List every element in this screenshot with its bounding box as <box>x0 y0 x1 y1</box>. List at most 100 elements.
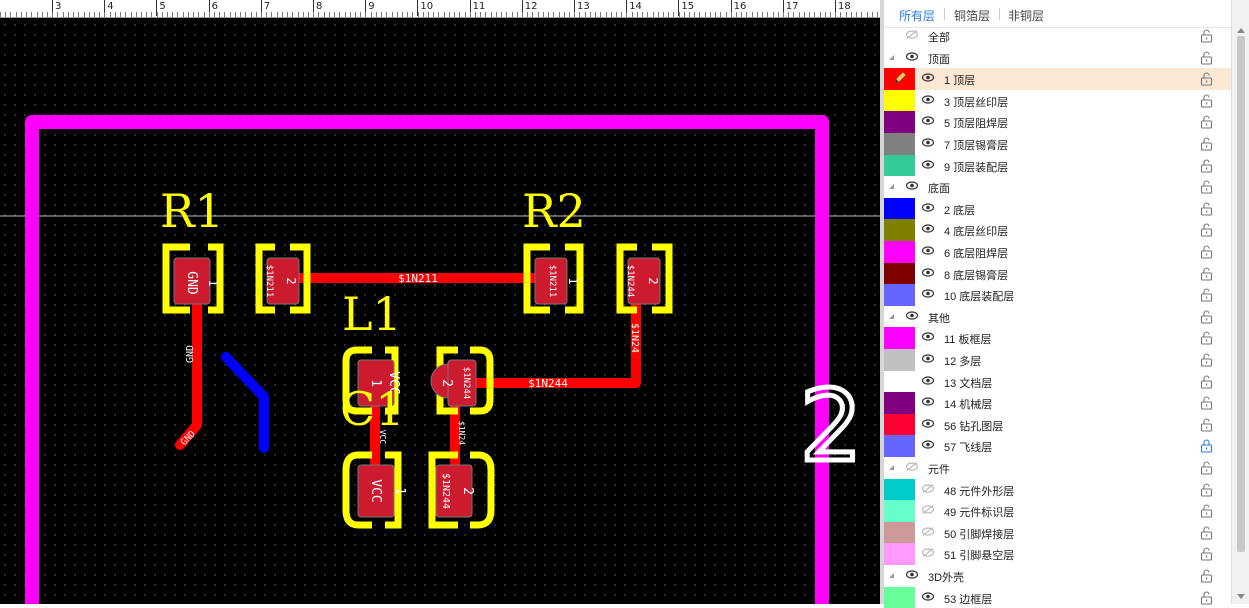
eye-icon[interactable] <box>905 311 919 320</box>
unlock-icon[interactable] <box>1200 223 1213 237</box>
layer-row[interactable]: 12 多层 <box>884 349 1231 371</box>
eye-icon[interactable] <box>921 397 935 406</box>
unlock-icon[interactable] <box>1200 180 1213 194</box>
layer-color-swatch[interactable] <box>884 478 915 501</box>
hidden-eye-icon[interactable] <box>921 548 935 558</box>
scroll-up-icon[interactable] <box>1237 28 1245 33</box>
tab-copper-layers[interactable]: 铜箔层 <box>954 7 990 24</box>
unlock-icon[interactable] <box>1200 547 1213 561</box>
layer-row[interactable]: 53 边框层 <box>884 586 1231 608</box>
eye-icon[interactable] <box>921 289 935 298</box>
unlock-icon[interactable] <box>1200 526 1213 540</box>
layer-row[interactable]: 14 机械层 <box>884 392 1231 414</box>
layer-group-row[interactable]: 底面 <box>884 176 1231 198</box>
unlock-icon[interactable] <box>1200 483 1213 497</box>
eye-icon[interactable] <box>921 138 935 147</box>
eye-icon[interactable] <box>921 354 935 363</box>
eye-icon[interactable] <box>921 95 935 104</box>
layer-color-swatch[interactable] <box>884 392 915 414</box>
unlock-icon[interactable] <box>1200 115 1213 129</box>
unlock-icon[interactable] <box>1200 137 1213 151</box>
layer-row[interactable]: 6 底层阻焊层 <box>884 241 1231 263</box>
layer-row[interactable]: 5 顶层阻焊层 <box>884 111 1231 133</box>
layer-color-swatch[interactable] <box>884 284 915 306</box>
expand-triangle-icon[interactable] <box>889 54 894 60</box>
unlock-icon[interactable] <box>1200 461 1213 475</box>
unlock-icon[interactable] <box>1200 569 1213 583</box>
unlock-icon[interactable] <box>1200 288 1213 302</box>
eye-icon[interactable] <box>921 73 935 82</box>
layer-color-swatch[interactable] <box>884 262 915 285</box>
expand-triangle-icon[interactable] <box>889 573 894 578</box>
unlock-icon[interactable] <box>1200 202 1213 216</box>
unlock-icon[interactable] <box>1200 51 1213 65</box>
layer-group-row[interactable]: 3D外壳 <box>884 565 1231 587</box>
hidden-eye-icon[interactable] <box>921 526 935 536</box>
eye-icon[interactable] <box>905 181 919 190</box>
eye-icon[interactable] <box>905 51 919 61</box>
layer-color-swatch[interactable] <box>884 219 915 241</box>
unlock-icon[interactable] <box>1200 245 1213 259</box>
layer-color-swatch[interactable] <box>884 370 915 393</box>
tab-non-copper-layers[interactable]: 非铜层 <box>1008 7 1044 24</box>
scroll-down-icon[interactable] <box>1237 594 1245 599</box>
layer-group-row[interactable]: 元件 <box>884 457 1231 479</box>
unlock-icon[interactable] <box>1200 331 1213 345</box>
scroll-thumb[interactable] <box>1237 36 1245 552</box>
eye-icon[interactable] <box>905 570 919 579</box>
layer-color-swatch[interactable] <box>884 543 915 565</box>
eye-icon[interactable] <box>921 332 935 341</box>
pcb-canvas[interactable]: $1N211 $1N244 $1N24 GND GND VCC $1N24 1 … <box>0 0 880 604</box>
eye-icon[interactable] <box>921 419 935 428</box>
lock-icon[interactable] <box>1200 439 1213 453</box>
layer-row[interactable]: 3 顶层丝印层 <box>884 89 1231 112</box>
layer-color-swatch[interactable] <box>884 111 915 133</box>
unlock-icon[interactable] <box>1200 29 1213 43</box>
layer-row[interactable]: 2 底层 <box>884 197 1231 220</box>
eye-icon[interactable] <box>921 246 935 255</box>
eye-icon[interactable] <box>921 440 935 449</box>
layer-color-swatch[interactable] <box>884 133 915 155</box>
layer-group-row[interactable]: 其他 <box>884 306 1231 328</box>
unlock-icon[interactable] <box>1200 418 1213 432</box>
unlock-icon[interactable] <box>1200 94 1213 108</box>
layer-color-swatch[interactable] <box>884 197 915 220</box>
hidden-eye-icon[interactable] <box>921 483 935 493</box>
layer-row[interactable]: 51 引脚悬空层 <box>884 543 1231 565</box>
hidden-eye-icon[interactable] <box>905 462 919 471</box>
unlock-icon[interactable] <box>1200 159 1213 173</box>
layer-color-swatch[interactable] <box>884 327 915 349</box>
layer-row[interactable]: 50 引脚焊接层 <box>884 521 1231 544</box>
layer-color-swatch[interactable] <box>884 349 915 371</box>
eye-icon[interactable] <box>921 591 935 601</box>
layer-color-swatch[interactable] <box>884 413 915 436</box>
expand-triangle-icon[interactable] <box>889 184 894 190</box>
unlock-icon[interactable] <box>1200 72 1213 86</box>
layer-row[interactable]: 49 元件标识层 <box>884 500 1231 522</box>
tab-all-layers[interactable]: 所有层 <box>899 7 935 24</box>
layer-row[interactable]: 10 底层装配层 <box>884 284 1231 306</box>
layer-row[interactable]: 56 钻孔图层 <box>884 413 1231 436</box>
unlock-icon[interactable] <box>1200 504 1213 518</box>
hidden-eye-icon[interactable] <box>905 30 919 39</box>
eye-icon[interactable] <box>921 267 935 277</box>
eye-icon[interactable] <box>921 116 935 125</box>
layer-row[interactable]: 11 板框层 <box>884 327 1231 349</box>
unlock-icon[interactable] <box>1200 310 1213 324</box>
unlock-icon[interactable] <box>1200 353 1213 367</box>
expand-triangle-icon[interactable] <box>889 465 894 470</box>
hidden-eye-icon[interactable] <box>921 505 935 515</box>
layer-row[interactable]: 57 飞线层 <box>884 435 1231 457</box>
layer-color-swatch[interactable] <box>884 89 915 112</box>
eye-icon[interactable] <box>921 159 935 169</box>
layer-row[interactable]: 48 元件外形层 <box>884 478 1231 501</box>
layer-color-swatch[interactable] <box>884 500 915 522</box>
unlock-icon[interactable] <box>1200 375 1213 389</box>
expand-triangle-icon[interactable] <box>889 313 894 319</box>
layer-row[interactable]: 9 顶层装配层 <box>884 154 1231 177</box>
layer-row[interactable]: 1 顶层 <box>884 68 1231 90</box>
layer-color-swatch[interactable] <box>884 241 915 263</box>
layer-row[interactable]: 8 底层锡膏层 <box>884 262 1231 285</box>
unlock-icon[interactable] <box>1200 591 1213 605</box>
layer-color-swatch[interactable] <box>884 68 915 90</box>
